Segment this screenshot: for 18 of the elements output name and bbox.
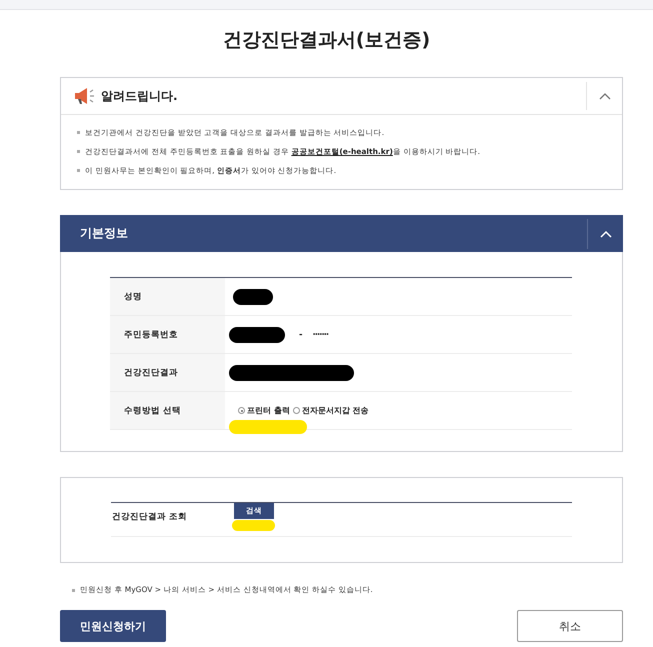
field-label: 건강진단결과	[124, 366, 178, 378]
field-label: 성명	[124, 290, 142, 302]
submit-button[interactable]: 민원신청하기	[60, 610, 166, 642]
field-label: 주민등록번호	[124, 328, 178, 340]
field-label: 수령방법 선택	[124, 404, 181, 416]
radio-label[interactable]: 전자문서지갑 전송	[302, 405, 369, 416]
masked-digits: ·······	[312, 330, 328, 340]
radio-button[interactable]	[238, 407, 245, 414]
notice-title: 알려드립니다.	[101, 88, 179, 104]
field-label: 건강진단결과 조회	[111, 511, 188, 523]
page-title: 건강진단결과서(보건증)	[222, 28, 432, 53]
megaphone-icon	[73, 86, 95, 106]
radio-label[interactable]: 프린터 출력	[247, 405, 290, 416]
dash-text: -	[299, 330, 303, 340]
cancel-button[interactable]: 취소	[517, 610, 623, 642]
section-title: 기본정보	[80, 225, 129, 242]
radio-button[interactable]	[292, 407, 300, 414]
chevron-icon[interactable]	[598, 92, 610, 100]
